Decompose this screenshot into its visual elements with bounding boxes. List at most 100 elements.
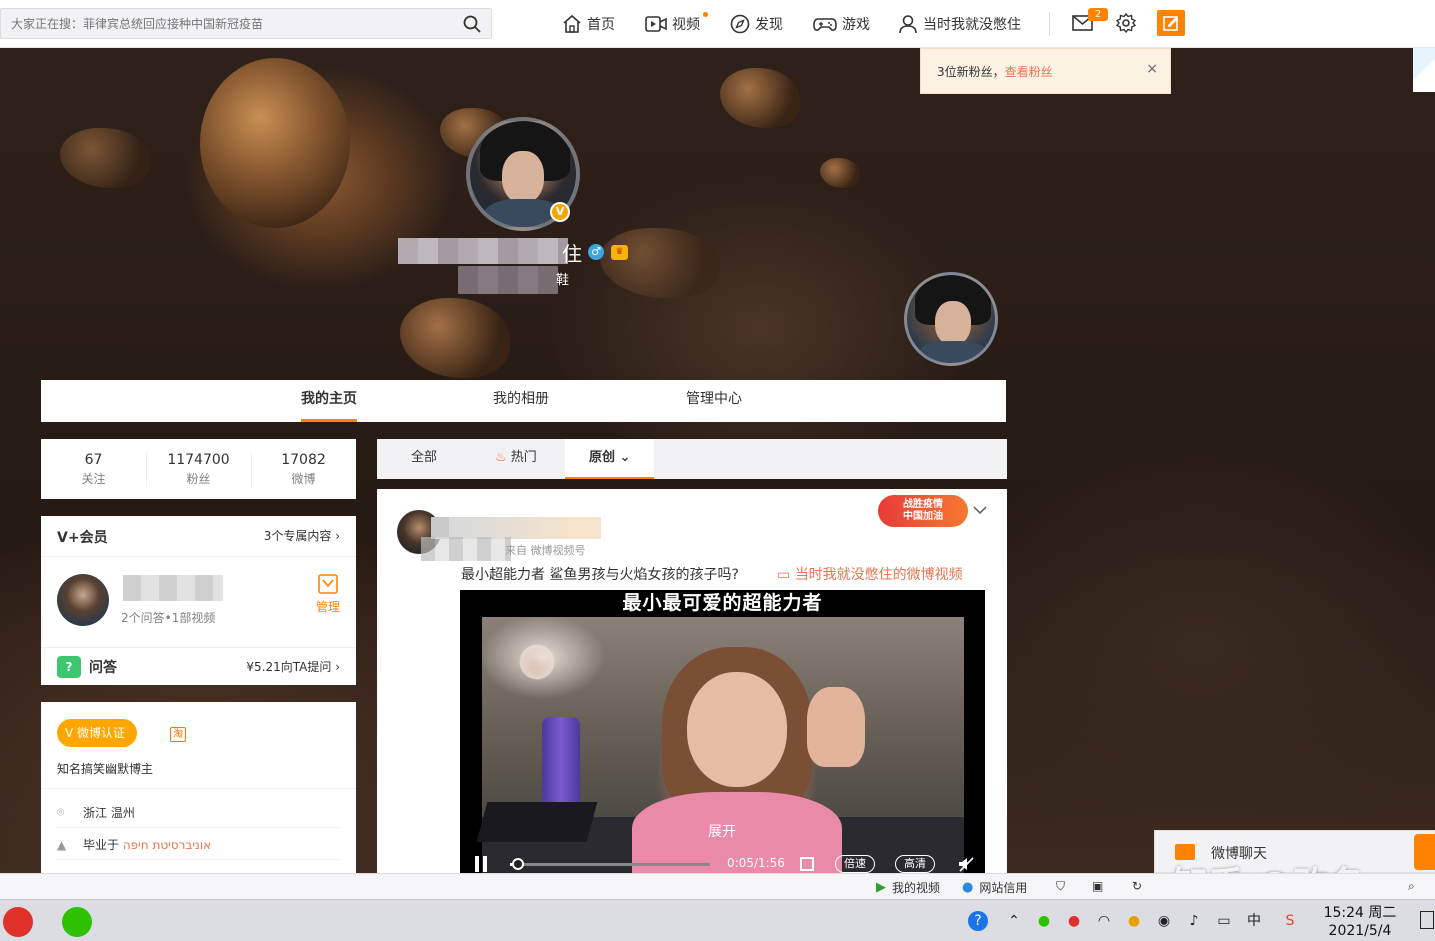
video-progress-handle[interactable] xyxy=(512,858,524,870)
stat-number: 17082 xyxy=(281,452,326,468)
new-fans-notice: 3位新粉丝，查看粉丝 × xyxy=(920,48,1171,94)
nav-discover[interactable]: 发现 xyxy=(730,13,783,35)
quality-button[interactable]: 高清 xyxy=(895,855,935,873)
chat-side-tab[interactable] xyxy=(1414,834,1435,870)
stat-label: 关注 xyxy=(81,472,106,486)
vip-exclusive-link[interactable]: 3个专属内容 › xyxy=(264,527,340,545)
taobao-icon[interactable]: 淘 xyxy=(170,727,186,742)
tab-my-album[interactable]: 我的相册 xyxy=(493,380,549,422)
antivirus-tray-icon[interactable]: ● xyxy=(1124,911,1144,931)
nav-game[interactable]: 游戏 xyxy=(813,13,870,35)
clock-date: 2021/5/4 xyxy=(1328,923,1392,939)
wechat-tray-icon[interactable]: ● xyxy=(1034,911,1054,931)
close-icon[interactable]: × xyxy=(1146,61,1158,77)
gear-icon[interactable] xyxy=(1116,13,1136,33)
notification-icon[interactable] xyxy=(1420,911,1434,929)
speaker-icon[interactable]: ♪ xyxy=(1184,911,1204,931)
asteroid-decoration xyxy=(600,228,720,298)
nav-home[interactable]: 首页 xyxy=(562,13,615,35)
pause-icon[interactable] xyxy=(474,856,488,872)
video-link-icon: ▭ xyxy=(777,567,791,583)
ime-indicator[interactable]: 中 xyxy=(1244,911,1264,931)
video-icon xyxy=(645,16,667,32)
vip-avatar[interactable] xyxy=(57,574,109,626)
chevron-down-icon[interactable] xyxy=(973,505,987,515)
sogou-input-icon[interactable]: S xyxy=(1280,911,1300,931)
system-clock[interactable]: 15:24 周二 2021/5/4 xyxy=(1320,904,1400,940)
status-site-credit[interactable]: ● 网站信用 xyxy=(962,879,1027,896)
view-fans-link[interactable]: 查看粉丝 xyxy=(1005,65,1053,79)
planet-decoration xyxy=(200,58,350,228)
image-icon[interactable]: ▣ xyxy=(1092,879,1103,893)
feed-tab-hot[interactable]: ♨ 热门 xyxy=(495,439,537,479)
divider xyxy=(57,859,340,860)
speed-button[interactable]: 倍速 xyxy=(835,855,875,873)
verified-badge-icon: V xyxy=(550,202,570,222)
nav-video[interactable]: 视频 xyxy=(645,12,708,35)
weibo-certification-badge[interactable]: V 微博认证 xyxy=(57,719,138,747)
video-expand-button[interactable]: 展开 xyxy=(708,821,736,841)
chevron-up-icon[interactable]: ⌃ xyxy=(1004,911,1024,931)
feed-tab-all[interactable]: 全部 xyxy=(411,439,437,479)
shield-icon[interactable]: ⛉ xyxy=(1056,879,1065,894)
stat-followers[interactable]: 1174700 粉丝 xyxy=(146,439,251,499)
top-navigation: 首页 视频 发现 游戏 当时我就没憋住 2 xyxy=(0,0,1435,48)
status-my-videos[interactable]: ▶ 我的视频 xyxy=(876,879,940,896)
education-prefix: 毕业于 xyxy=(83,838,120,852)
vip-member-panel: V+会员 3个专属内容 › 2个问答•1部视频 管理 ? 问答 ¥5.21向TA… xyxy=(41,516,356,685)
help-icon[interactable]: ? xyxy=(968,911,988,931)
vip-manage-label: 管理 xyxy=(315,600,340,614)
qq-tray-icon[interactable]: ◉ xyxy=(1154,911,1174,931)
post-text: 最小超能力者 鲨鱼男孩与火焰女孩的孩子吗? xyxy=(461,567,739,583)
qa-ask-link[interactable]: ¥5.21向TA提问 › xyxy=(246,658,340,675)
vip-manage-button[interactable]: 管理 xyxy=(316,573,340,615)
location-pin-icon: ⌾ xyxy=(57,805,65,819)
wechat-app-icon[interactable] xyxy=(62,907,92,937)
covid-support-badge: 战胜疫情 中国加油 xyxy=(878,495,968,527)
volume-icon[interactable] xyxy=(958,856,974,872)
zoom-search-icon[interactable]: ⌕ xyxy=(1408,879,1415,894)
netease-music-app-icon[interactable] xyxy=(3,907,33,937)
certification-text: 知名搞笑幽默博主 xyxy=(57,762,154,776)
tab-management[interactable]: 管理中心 xyxy=(686,380,742,422)
new-fans-text: 3位新粉丝， xyxy=(937,65,1005,79)
qa-row[interactable]: ? 问答 ¥5.21向TA提问 › xyxy=(41,648,356,685)
search-icon[interactable] xyxy=(463,15,481,33)
post-author-name-blurred xyxy=(431,517,601,539)
status-my-videos-label: 我的视频 xyxy=(892,881,941,895)
vip-body: 2个问答•1部视频 管理 xyxy=(41,557,356,648)
feed-tab-original[interactable]: 原创 ⌄ xyxy=(565,439,655,479)
nav-profile[interactable]: 当时我就没憋住 xyxy=(898,13,1021,35)
asteroid-decoration xyxy=(720,68,800,128)
avatar-face xyxy=(502,151,544,203)
search-box xyxy=(0,8,492,39)
education-link[interactable]: אוניברסיטת חיפה xyxy=(123,838,211,852)
video-progress-bar[interactable] xyxy=(510,863,710,866)
tab-my-home[interactable]: 我的主页 xyxy=(301,380,357,422)
nav-home-label: 首页 xyxy=(587,17,615,33)
home-icon xyxy=(563,14,581,33)
compose-button[interactable] xyxy=(1157,10,1185,36)
browser-status-bar: ▶ 我的视频 ● 网站信用 ⛉ ▣ ↻ ⌕ xyxy=(0,873,1435,899)
secondary-avatar[interactable] xyxy=(904,272,998,366)
girl-face-shape xyxy=(687,672,787,787)
refresh-icon[interactable]: ↻ xyxy=(1132,879,1142,893)
video-player[interactable]: 最小最可爱的超能力者 展开 0:05/1:56 倍速 高清 xyxy=(460,590,985,873)
play-icon: ▶ xyxy=(876,880,886,895)
flame-icon: ♨ xyxy=(495,450,507,465)
compass-icon xyxy=(730,14,750,34)
fullscreen-icon[interactable] xyxy=(800,857,814,871)
profile-intro: 鞋 xyxy=(556,273,570,288)
stat-following[interactable]: 67 关注 xyxy=(41,439,146,499)
battery-icon[interactable]: ▭ xyxy=(1214,911,1234,931)
search-input[interactable] xyxy=(1,9,441,38)
drop-icon: ● xyxy=(962,880,974,895)
wifi-icon[interactable]: ◠ xyxy=(1094,911,1114,931)
netease-tray-icon[interactable]: ● xyxy=(1064,911,1084,931)
post-video-link[interactable]: ▭ 当时我就没憋住的微博视频 xyxy=(777,564,963,584)
status-site-credit-label: 网站信用 xyxy=(979,881,1028,895)
divider xyxy=(57,827,340,828)
stat-posts[interactable]: 17082 微博 xyxy=(251,439,356,499)
girl-hand-shape xyxy=(807,687,865,767)
location-text: 浙江 温州 xyxy=(83,806,135,820)
